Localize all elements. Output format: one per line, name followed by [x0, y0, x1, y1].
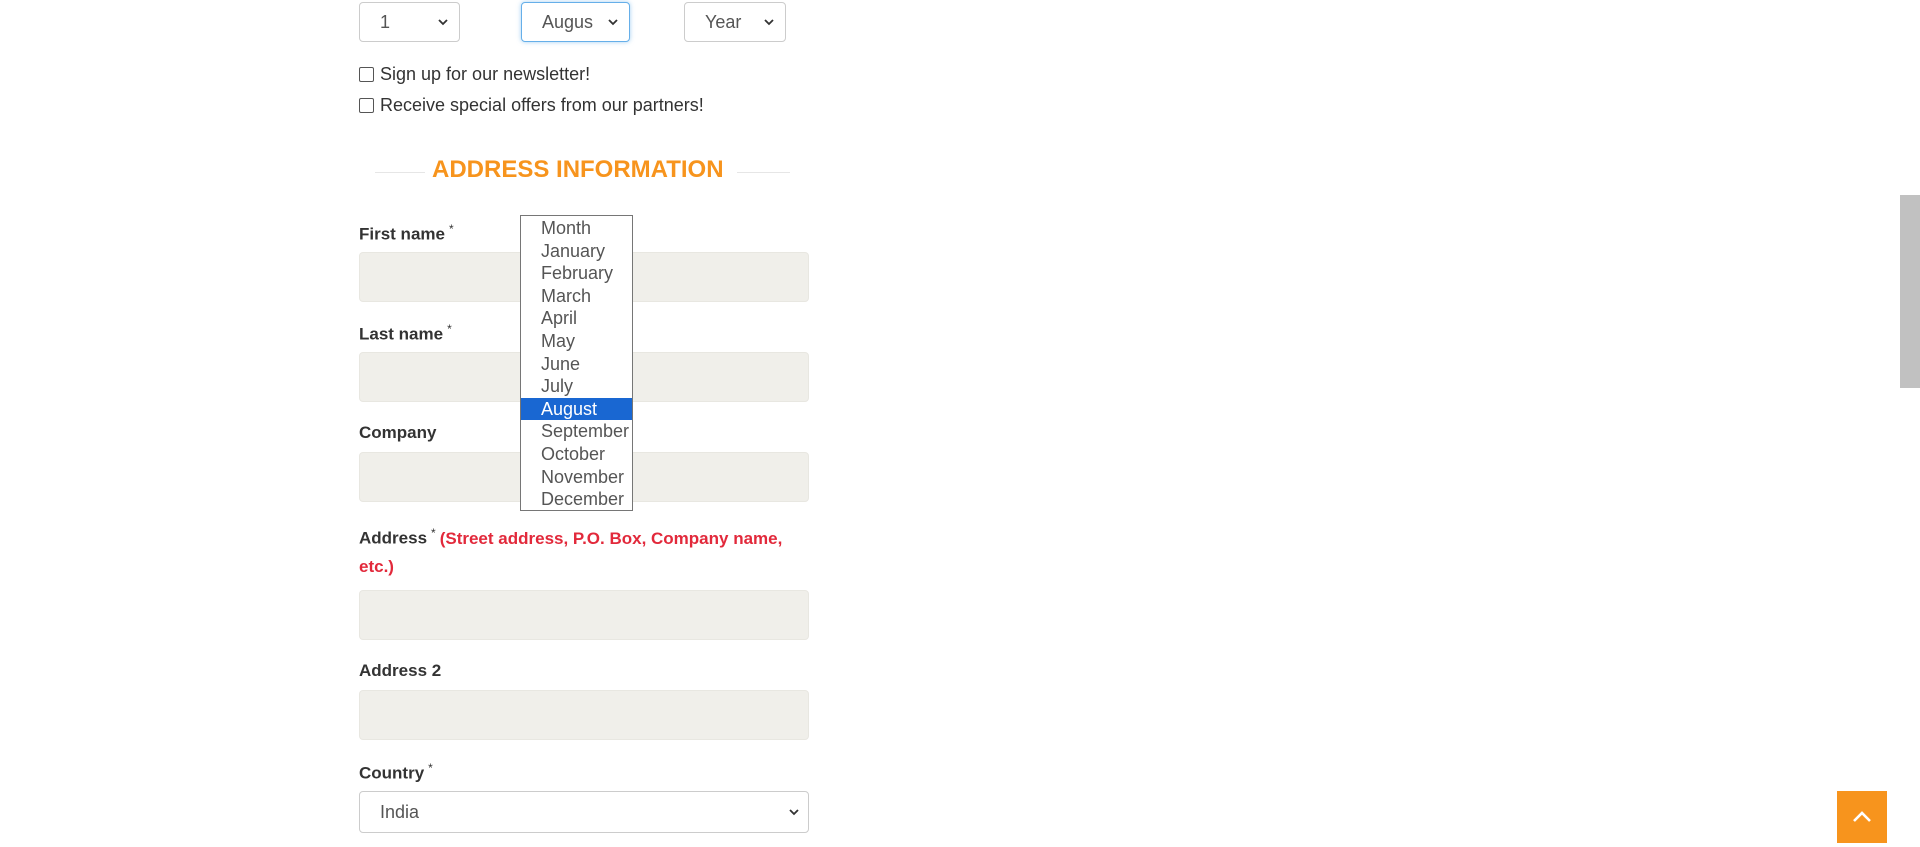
address-label: Address * (Street address, P.O. Box, Compa… — [359, 526, 782, 549]
month-option[interactable]: June — [521, 353, 632, 376]
address-hint-cont: etc.) — [359, 557, 394, 576]
chevron-down-icon — [789, 809, 799, 816]
month-option[interactable]: March — [521, 285, 632, 308]
company-label-text: Company — [359, 423, 437, 442]
address2-label-text: Address 2 — [359, 661, 442, 680]
divider-right — [737, 172, 790, 173]
month-dropdown-list[interactable]: Month January February March April May J… — [520, 215, 633, 511]
address-hint-continued: etc.) — [359, 557, 394, 577]
back-to-top-button[interactable] — [1837, 791, 1887, 843]
month-option[interactable]: November — [521, 466, 632, 489]
month-option[interactable]: February — [521, 262, 632, 285]
month-option[interactable]: July — [521, 375, 632, 398]
dob-year-select[interactable]: Year — [684, 2, 786, 42]
month-option[interactable]: Month — [521, 217, 632, 240]
country-label: Country * — [359, 761, 433, 784]
divider-left — [375, 172, 425, 173]
address-input[interactable] — [359, 590, 809, 640]
month-option[interactable]: April — [521, 307, 632, 330]
dob-month-select[interactable]: Augus — [521, 2, 630, 42]
scrollbar-thumb[interactable] — [1900, 195, 1920, 388]
required-mark: * — [447, 322, 452, 336]
address2-input[interactable] — [359, 690, 809, 740]
address2-label: Address 2 — [359, 661, 441, 681]
required-mark: * — [431, 526, 436, 540]
month-option[interactable]: January — [521, 240, 632, 263]
first-name-label-text: First name — [359, 224, 445, 244]
offers-row: Receive special offers from our partners… — [359, 95, 704, 116]
required-mark: * — [448, 222, 454, 236]
offers-checkbox[interactable] — [359, 98, 374, 113]
first-name-label: First name * — [359, 222, 454, 245]
dob-day-select[interactable]: 1 — [359, 2, 460, 42]
last-name-label-text: Last name — [359, 324, 444, 344]
address-section-header: ADDRESS INFORMATION — [375, 152, 790, 192]
page-scrollbar[interactable] — [1900, 0, 1920, 847]
address-hint: (Street address, P.O. Box, Company name, — [439, 528, 783, 548]
chevron-up-icon — [1853, 811, 1871, 822]
month-option[interactable]: May — [521, 330, 632, 353]
month-option[interactable]: October — [521, 443, 632, 466]
dob-day-value: 1 — [380, 11, 391, 32]
chevron-down-icon — [608, 19, 618, 26]
required-mark: * — [428, 761, 433, 775]
dob-month-value: Augus — [542, 11, 594, 32]
chevron-down-icon — [438, 19, 448, 26]
month-option-selected[interactable]: August — [521, 397, 632, 421]
country-label-text: Country — [359, 763, 425, 783]
newsletter-checkbox[interactable] — [359, 67, 374, 82]
dob-year-value: Year — [705, 11, 742, 32]
newsletter-row: Sign up for our newsletter! — [359, 64, 590, 85]
chevron-down-icon — [764, 19, 774, 26]
offers-label[interactable]: Receive special offers from our partners… — [380, 95, 704, 116]
registration-page: 1 Augus Year Sign up for our newsletter!… — [0, 0, 1920, 847]
month-option[interactable]: December — [521, 488, 632, 511]
company-label: Company — [359, 423, 436, 443]
newsletter-label[interactable]: Sign up for our newsletter! — [380, 64, 590, 85]
country-value: India — [380, 801, 420, 822]
address-label-text: Address — [359, 528, 428, 548]
month-option[interactable]: September — [521, 420, 632, 443]
country-select[interactable]: India — [359, 791, 809, 833]
last-name-label: Last name * — [359, 322, 452, 345]
section-title: ADDRESS INFORMATION — [432, 156, 724, 183]
